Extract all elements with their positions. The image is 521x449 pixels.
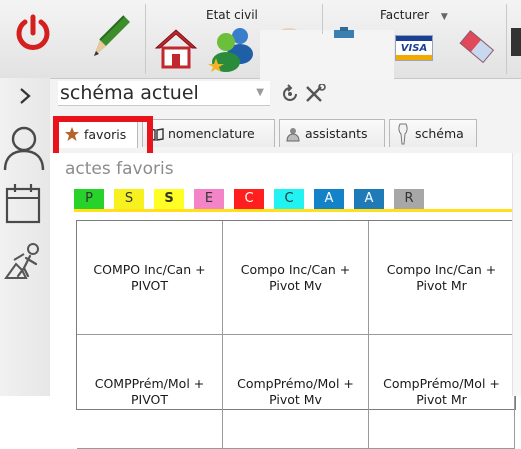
visa-text: VISA — [400, 42, 428, 54]
left-sidebar — [0, 78, 51, 396]
main-toolbar: Etat civil Facturer ▼ VISA — [0, 0, 521, 80]
section-title: actes favoris — [65, 159, 174, 179]
tools-icon — [306, 83, 326, 102]
chevron-down-icon[interactable]: ▼ — [256, 87, 264, 98]
act-button[interactable]: Compo Inc/Can + Pivot Mr — [369, 221, 515, 335]
act-button[interactable]: Compo Inc/Can + Pivot Mv — [223, 221, 369, 335]
etat-civil-label: Etat civil — [206, 8, 258, 22]
color-chip[interactable]: A — [314, 189, 344, 209]
tab-nomenclature[interactable]: nomenclature — [142, 119, 275, 147]
patients-button[interactable] — [206, 22, 258, 72]
schema-value: schéma actuel — [60, 82, 199, 104]
scrollbar-track[interactable] — [512, 153, 521, 396]
tab-schema[interactable]: schéma — [389, 119, 477, 147]
cheque-icon — [334, 27, 354, 38]
house-icon — [154, 29, 198, 69]
toolbar-overflow-icon[interactable] — [511, 28, 521, 56]
tab-assistants[interactable]: assistants — [279, 119, 385, 147]
refresh-icon — [283, 84, 297, 101]
refresh-button[interactable] — [280, 84, 300, 104]
color-chip[interactable]: A — [354, 189, 384, 209]
act-button[interactable]: COMPPrém/Mol + PIVOT — [77, 335, 223, 449]
calendar-button[interactable] — [4, 182, 44, 226]
collapse-button[interactable] — [14, 84, 36, 108]
power-icon — [16, 14, 50, 50]
wizard-icon — [285, 126, 301, 142]
act-button[interactable]: CompPrémo/Mol + Pivot Mr — [369, 335, 515, 449]
toolbar-separator — [506, 4, 507, 74]
color-chip[interactable]: C — [234, 189, 264, 209]
edit-button[interactable] — [86, 10, 132, 62]
schema-select[interactable]: schéma actuel ▼ — [58, 81, 270, 106]
act-button[interactable]: COMPO Inc/Can + PIVOT — [77, 221, 223, 335]
visa-card-icon: VISA — [395, 35, 433, 61]
facturer-text: Facturer — [380, 8, 430, 22]
chevron-right-icon — [20, 88, 31, 104]
calendar-icon — [5, 184, 41, 224]
tab-schema-label: schéma — [415, 126, 464, 141]
eraser-button[interactable] — [454, 24, 498, 68]
worker-icon — [4, 243, 39, 279]
power-button[interactable] — [12, 12, 54, 54]
schema-row: schéma actuel ▼ — [50, 79, 521, 113]
favoris-panel: actes favoris PSSECCAAR COMPO Inc/Can + … — [50, 153, 521, 449]
facturer-label: Facturer ▼ — [380, 8, 448, 22]
color-chip[interactable]: S — [154, 189, 184, 209]
tab-assistants-label: assistants — [305, 126, 368, 141]
patient-button[interactable] — [2, 122, 46, 172]
home-button[interactable] — [152, 24, 200, 70]
visa-button[interactable]: VISA — [394, 34, 434, 62]
tools-button[interactable] — [304, 83, 326, 104]
color-chip[interactable]: P — [74, 189, 104, 209]
eraser-icon — [459, 30, 495, 64]
occluded-area — [260, 30, 394, 80]
users-icon — [208, 28, 253, 72]
color-chip[interactable]: C — [274, 189, 304, 209]
color-filter-strip: PSSECCAAR — [74, 189, 424, 209]
tooth-icon — [395, 123, 411, 145]
work-button[interactable] — [4, 240, 46, 282]
pencil-icon — [94, 15, 130, 56]
toolbar-separator — [322, 4, 323, 34]
facturer-dropdown-icon[interactable]: ▼ — [441, 12, 448, 22]
act-button[interactable]: CompPrémo/Mol + Pivot Mv — [223, 335, 369, 449]
color-chip[interactable]: S — [114, 189, 144, 209]
color-chip[interactable]: R — [394, 189, 424, 209]
strip-underline — [74, 209, 516, 212]
toolbar-separator — [145, 4, 146, 74]
person-icon — [3, 126, 45, 171]
color-chip[interactable]: E — [194, 189, 224, 209]
tab-nomenclature-label: nomenclature — [168, 126, 255, 141]
cheque-button[interactable] — [332, 26, 356, 40]
acts-grid: COMPO Inc/Can + PIVOT Compo Inc/Can + Piv… — [76, 220, 516, 449]
